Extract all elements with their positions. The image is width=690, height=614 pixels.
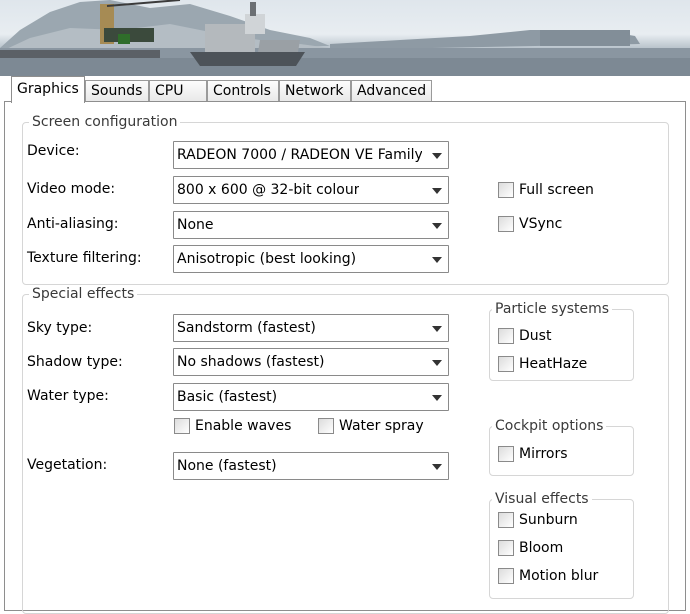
shadow-type-select[interactable]: No shadows (fastest) (173, 348, 449, 376)
chevron-down-icon (432, 257, 442, 263)
enable-waves-checkbox[interactable]: Enable waves (174, 417, 304, 435)
heathaze-label: HeatHaze (519, 356, 588, 372)
video-mode-value: 800 x 600 @ 32-bit colour (177, 182, 360, 198)
sky-type-value: Sandstorm (fastest) (177, 320, 316, 336)
water-spray-label: Water spray (339, 418, 424, 434)
tab-network[interactable]: Network (279, 80, 351, 102)
sky-type-label: Sky type: (27, 320, 93, 336)
texture-filtering-value: Anisotropic (best looking) (177, 251, 357, 267)
video-mode-select[interactable]: 800 x 600 @ 32-bit colour (173, 176, 449, 204)
anti-aliasing-select[interactable]: None (173, 211, 449, 239)
tab-advanced[interactable]: Advanced (351, 80, 432, 102)
cockpit-options-title: Cockpit options (492, 417, 607, 435)
full-screen-checkbox[interactable]: Full screen (498, 181, 618, 199)
shadow-type-label: Shadow type: (27, 354, 123, 370)
chevron-down-icon (432, 395, 442, 401)
chevron-down-icon (432, 223, 442, 229)
tab-bar: Graphics Sounds CPU Controls Network Adv… (0, 76, 690, 103)
tab-cpu[interactable]: CPU (149, 80, 207, 102)
shadow-type-value: No shadows (fastest) (177, 354, 325, 370)
texture-filtering-label: Texture filtering: (27, 250, 142, 266)
graphics-panel: Screen configuration Device: RADEON 7000… (4, 101, 686, 614)
mirrors-label: Mirrors (519, 446, 568, 462)
chevron-down-icon (432, 153, 442, 159)
video-mode-label: Video mode: (27, 181, 116, 197)
anti-aliasing-label: Anti-aliasing: (27, 216, 119, 232)
special-effects-title: Special effects (29, 285, 138, 303)
device-select[interactable]: RADEON 7000 / RADEON VE Family ( (173, 141, 449, 169)
water-spray-checkbox[interactable]: Water spray (318, 417, 438, 435)
chevron-down-icon (432, 326, 442, 332)
vegetation-label: Vegetation: (27, 457, 108, 473)
chevron-down-icon (432, 464, 442, 470)
visual-effects-title: Visual effects (492, 490, 592, 508)
vsync-checkbox[interactable]: VSync (498, 215, 598, 233)
dust-label: Dust (519, 328, 552, 344)
full-screen-label: Full screen (519, 182, 594, 198)
enable-waves-label: Enable waves (195, 418, 292, 434)
water-type-select[interactable]: Basic (fastest) (173, 383, 449, 411)
bloom-checkbox[interactable]: Bloom (498, 539, 618, 557)
water-type-label: Water type: (27, 388, 109, 404)
sunburn-checkbox[interactable]: Sunburn (498, 511, 618, 529)
bloom-label: Bloom (519, 540, 564, 556)
motion-blur-checkbox[interactable]: Motion blur (498, 567, 618, 585)
vsync-label: VSync (519, 216, 563, 232)
device-label: Device: (27, 143, 80, 159)
tab-graphics[interactable]: Graphics (11, 76, 85, 103)
chevron-down-icon (432, 188, 442, 194)
heathaze-checkbox[interactable]: HeatHaze (498, 355, 608, 373)
mirrors-checkbox[interactable]: Mirrors (498, 445, 608, 463)
vegetation-select[interactable]: None (fastest) (173, 452, 449, 480)
water-type-value: Basic (fastest) (177, 389, 278, 405)
particle-systems-title: Particle systems (492, 300, 613, 318)
tab-controls[interactable]: Controls (207, 80, 279, 102)
texture-filtering-select[interactable]: Anisotropic (best looking) (173, 245, 449, 273)
dust-checkbox[interactable]: Dust (498, 327, 608, 345)
header-banner (0, 0, 690, 76)
harbor-scene-image (0, 0, 690, 76)
sky-type-select[interactable]: Sandstorm (fastest) (173, 314, 449, 342)
tab-sounds[interactable]: Sounds (85, 80, 149, 102)
anti-aliasing-value: None (177, 217, 214, 233)
motion-blur-label: Motion blur (519, 568, 599, 584)
screen-configuration-title: Screen configuration (29, 113, 181, 131)
vegetation-value: None (fastest) (177, 458, 277, 474)
sunburn-label: Sunburn (519, 512, 578, 528)
device-value: RADEON 7000 / RADEON VE Family ( (177, 147, 422, 163)
chevron-down-icon (432, 360, 442, 366)
